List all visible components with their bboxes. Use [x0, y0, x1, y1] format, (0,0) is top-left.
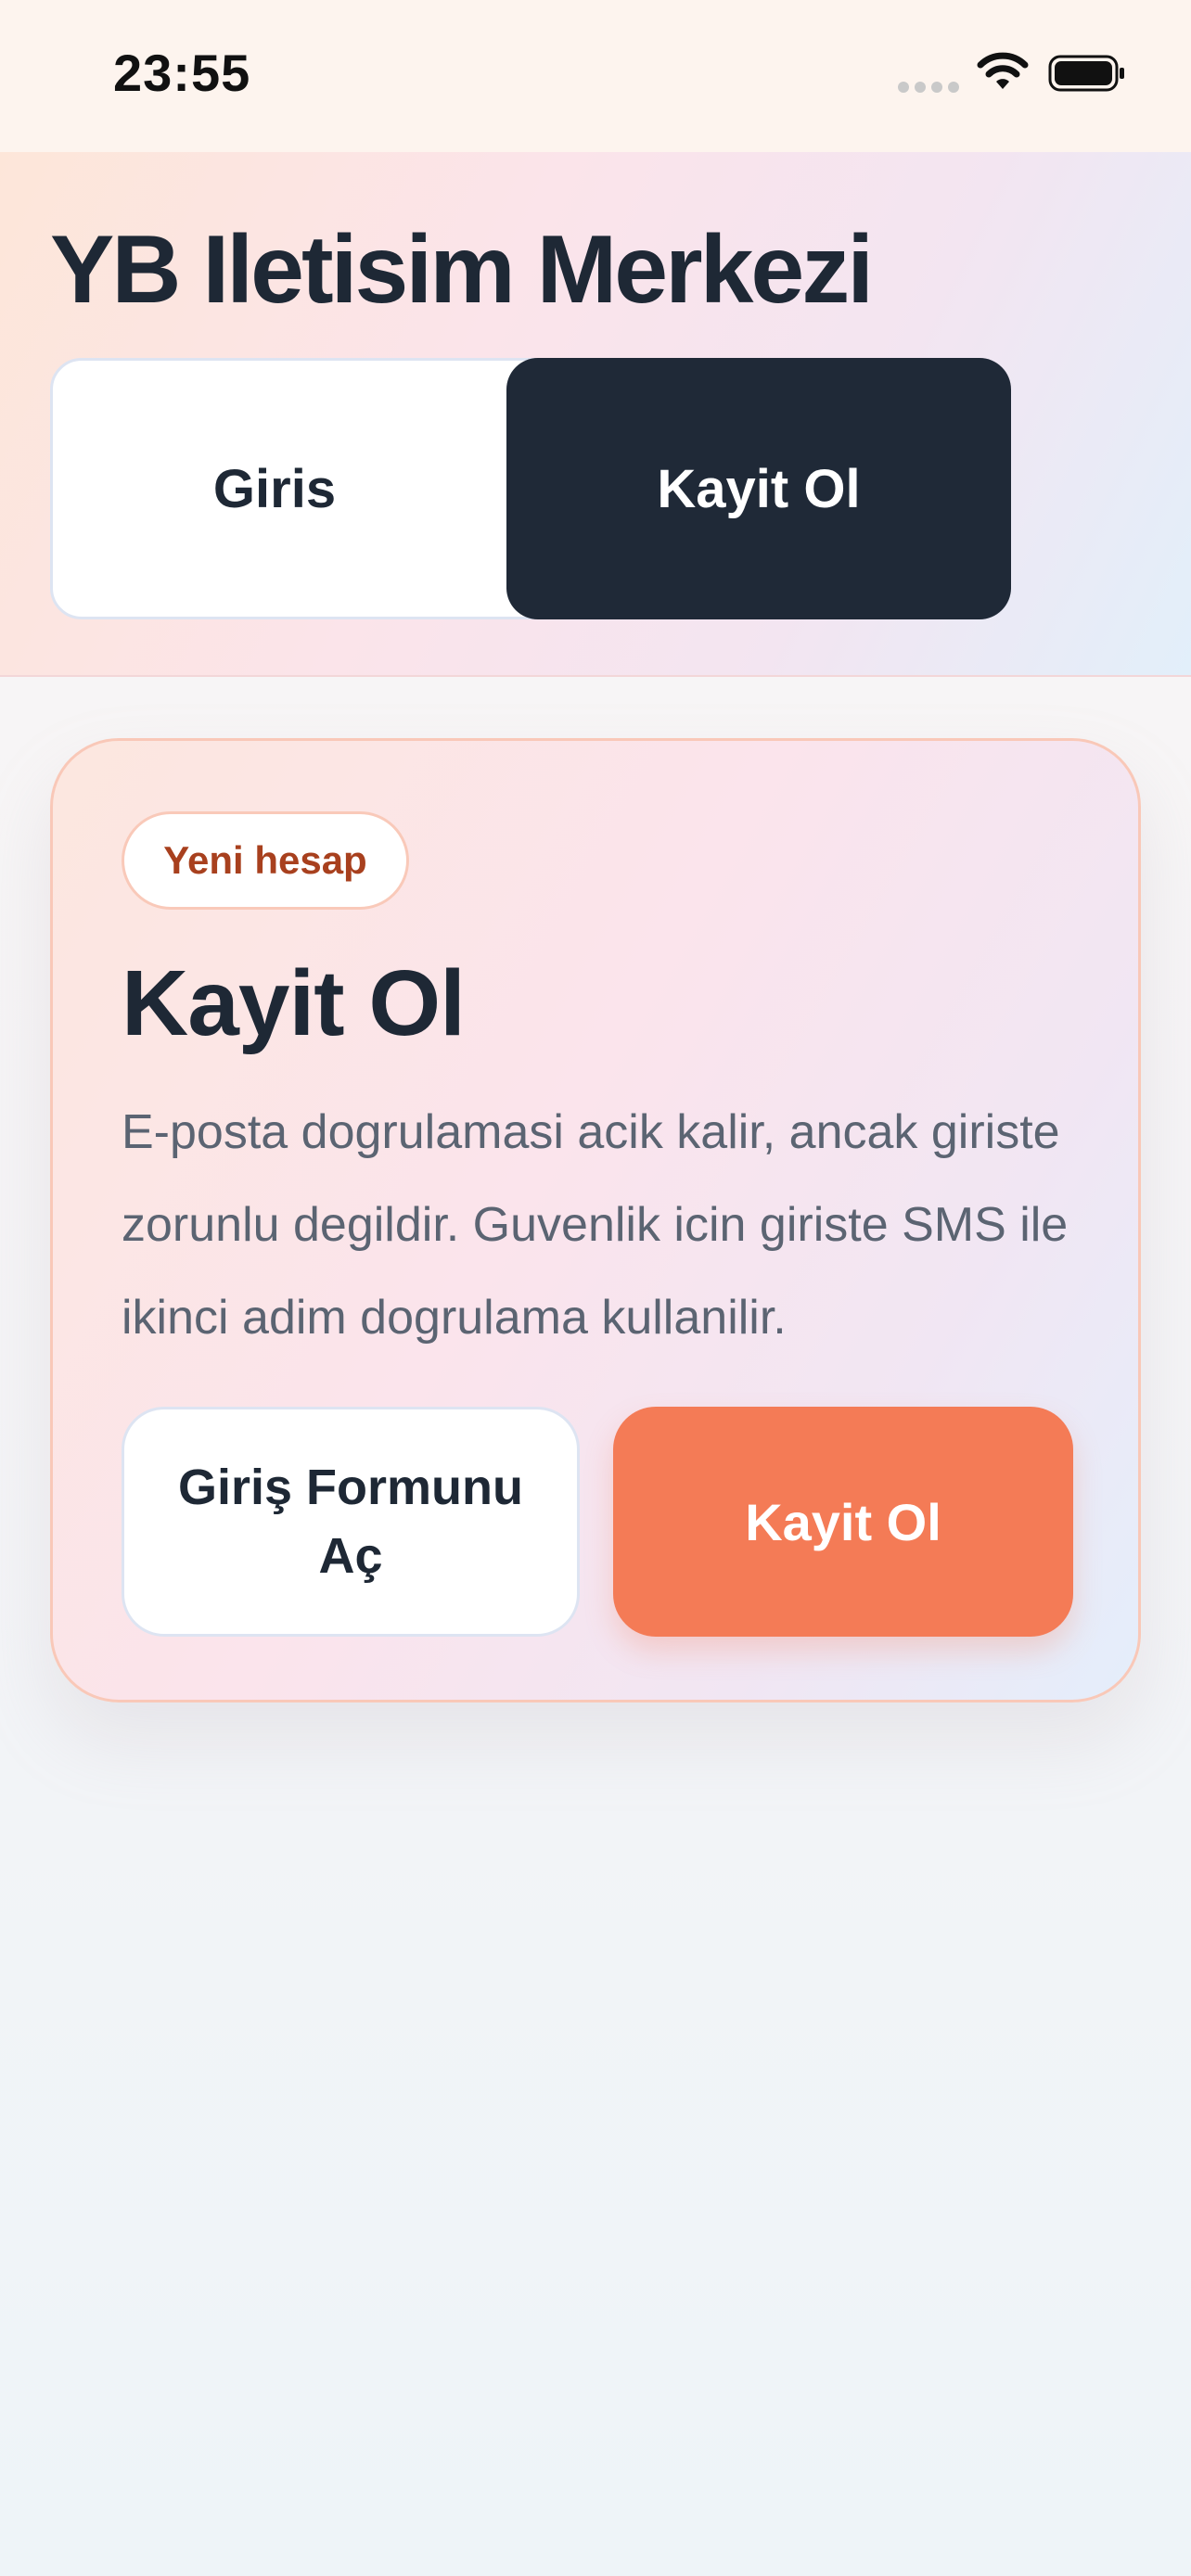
signup-button[interactable]: Kayit Ol: [613, 1407, 1073, 1637]
status-bar: 23:55: [0, 0, 1191, 152]
wifi-icon: [977, 52, 1029, 89]
tab-kayit-ol[interactable]: Kayit Ol: [506, 358, 1011, 619]
app-title: YB Iletisim Merkezi: [50, 216, 874, 324]
signup-card: Yeni hesap Kayit Ol E-posta dogrulamasi …: [50, 738, 1141, 1702]
status-time: 23:55: [113, 44, 251, 102]
auth-tab-switch: Giris Kayit Ol: [50, 358, 1011, 619]
battery-icon: [1048, 55, 1124, 92]
signal-icon: [898, 82, 959, 93]
new-account-badge: Yeni hesap: [122, 811, 409, 910]
card-description: E-posta dogrulamasi acik kalir, ancak gi…: [122, 1105, 1069, 1345]
card-title: Kayit Ol: [122, 951, 466, 1055]
open-login-form-button[interactable]: Giriş Formunu Aç: [122, 1407, 580, 1637]
header: YB Iletisim Merkezi Giris Kayit Ol: [0, 152, 1191, 677]
